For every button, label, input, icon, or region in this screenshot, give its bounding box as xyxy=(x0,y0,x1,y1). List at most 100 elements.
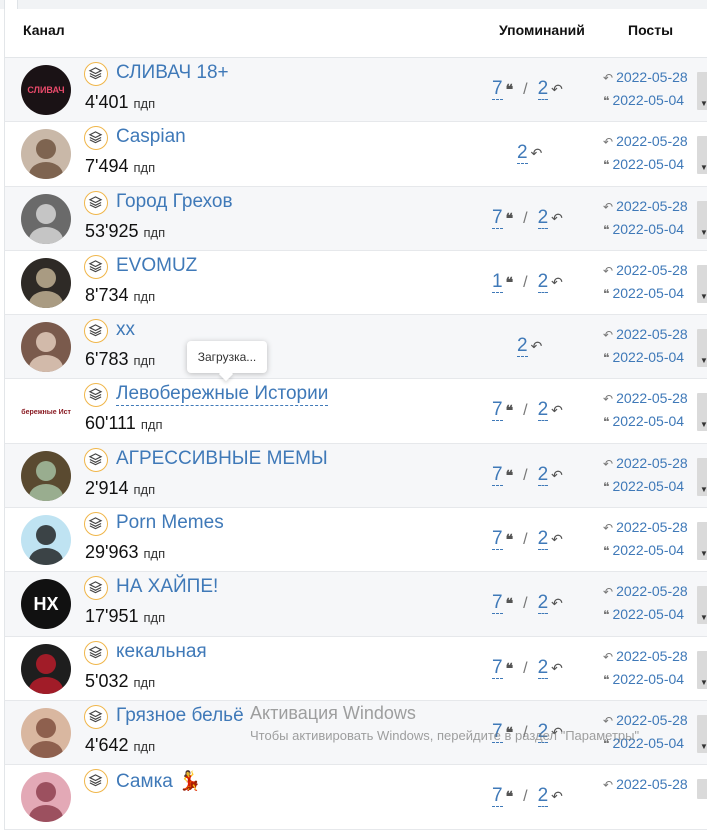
post-date-link[interactable]: 2022-05-28 xyxy=(616,198,688,214)
layers-icon[interactable] xyxy=(84,512,108,537)
post-date-link[interactable]: 2022-05-04 xyxy=(612,413,684,429)
reposts-count-link[interactable]: 2 xyxy=(537,785,549,808)
channel-name-link[interactable]: НА ХАЙПЕ! xyxy=(116,576,218,598)
channel-name-link[interactable]: Грязное бельё xyxy=(116,705,244,727)
layers-icon[interactable] xyxy=(84,769,108,794)
mentions-count-link[interactable]: 7 xyxy=(492,720,503,743)
channel-name-link[interactable]: Porn Memes xyxy=(116,512,224,534)
channel-name-link[interactable]: EVOMUZ xyxy=(116,255,197,277)
channel-name-link[interactable]: АГРЕССИВНЫЕ МЕМЫ xyxy=(116,448,328,470)
mentions-count-link[interactable]: 1 xyxy=(492,270,503,293)
mentions-count-link[interactable]: 7 xyxy=(492,206,503,229)
post-date-link[interactable]: 2022-05-28 xyxy=(616,712,688,728)
post-date-link[interactable]: 2022-05-28 xyxy=(616,69,688,85)
channel-name-link[interactable]: Caspian xyxy=(116,126,186,148)
post-date-link[interactable]: 2022-05-28 xyxy=(616,262,688,278)
channel-avatar[interactable]: HX xyxy=(21,579,71,630)
mentions-count-link[interactable]: 7 xyxy=(492,528,503,551)
mini-scrollbar[interactable]: ▼ xyxy=(697,586,707,625)
reposts-count-link[interactable]: 2 xyxy=(537,206,549,229)
mini-scrollbar[interactable]: ▼ xyxy=(697,264,707,303)
mini-scrollbar[interactable] xyxy=(697,779,707,800)
reposts-count-link[interactable]: 2 xyxy=(517,335,528,358)
chevron-down-icon[interactable]: ▼ xyxy=(700,420,707,429)
reposts-count-link[interactable]: 2 xyxy=(537,656,549,679)
post-date-link[interactable]: 2022-05-28 xyxy=(616,583,688,599)
layers-icon[interactable] xyxy=(84,254,108,279)
post-date-link[interactable]: 2022-05-28 xyxy=(616,455,688,471)
channel-avatar[interactable] xyxy=(21,257,71,308)
channel-name-link[interactable]: Город Грехов xyxy=(116,191,233,213)
post-date-link[interactable]: 2022-05-04 xyxy=(612,156,684,172)
chevron-down-icon[interactable]: ▼ xyxy=(700,485,707,494)
reposts-count-link[interactable]: 2 xyxy=(537,720,549,743)
chevron-down-icon[interactable]: ▼ xyxy=(700,99,707,108)
mentions-count-link[interactable]: 7 xyxy=(492,78,503,100)
mini-scrollbar[interactable]: ▼ xyxy=(697,393,707,432)
channel-name-link[interactable]: Самка 💃 xyxy=(116,769,202,793)
mini-scrollbar[interactable]: ▼ xyxy=(697,714,707,753)
chevron-down-icon[interactable]: ▼ xyxy=(700,549,707,558)
mini-scrollbar[interactable]: ▼ xyxy=(697,650,707,689)
reposts-count-link[interactable]: 2 xyxy=(517,142,528,165)
reposts-count-link[interactable]: 2 xyxy=(537,528,549,551)
post-date-link[interactable]: 2022-05-04 xyxy=(612,542,684,558)
reposts-count-link[interactable]: 2 xyxy=(537,399,549,422)
reposts-count-link[interactable]: 2 xyxy=(537,270,549,293)
post-date-link[interactable]: 2022-05-04 xyxy=(612,478,684,494)
channel-name-link[interactable]: кекальная xyxy=(116,641,207,663)
chevron-down-icon[interactable]: ▼ xyxy=(700,742,707,751)
channel-avatar[interactable] xyxy=(21,193,71,244)
channel-avatar[interactable] xyxy=(21,322,71,373)
post-date-link[interactable]: 2022-05-04 xyxy=(612,349,684,365)
post-date-link[interactable]: 2022-05-04 xyxy=(612,735,684,751)
channel-name-link[interactable]: Левобережные Истории xyxy=(116,383,329,407)
chevron-down-icon[interactable]: ▼ xyxy=(700,228,707,237)
channel-name-link[interactable]: хх xyxy=(116,319,135,341)
channel-avatar[interactable] xyxy=(21,515,71,566)
chevron-down-icon[interactable]: ▼ xyxy=(700,613,707,622)
layers-icon[interactable] xyxy=(84,640,108,665)
post-date-link[interactable]: 2022-05-28 xyxy=(616,390,688,406)
chevron-down-icon[interactable]: ▼ xyxy=(700,356,707,365)
post-date-link[interactable]: 2022-05-28 xyxy=(616,519,688,535)
mini-scrollbar[interactable]: ▼ xyxy=(697,136,707,175)
reposts-count-link[interactable]: 2 xyxy=(537,78,549,100)
chevron-down-icon[interactable]: ▼ xyxy=(700,678,707,687)
layers-icon[interactable] xyxy=(84,576,108,601)
channel-avatar[interactable] xyxy=(21,643,71,694)
post-date-link[interactable]: 2022-05-28 xyxy=(616,326,688,342)
mini-scrollbar[interactable]: ▼ xyxy=(697,200,707,239)
chevron-down-icon[interactable]: ▼ xyxy=(700,292,707,301)
layers-icon[interactable] xyxy=(84,704,108,729)
layers-icon[interactable] xyxy=(84,319,108,344)
post-date-link[interactable]: 2022-05-04 xyxy=(612,285,684,301)
channel-avatar[interactable] xyxy=(21,707,71,758)
channel-avatar[interactable] xyxy=(21,129,71,180)
mini-scrollbar[interactable]: ▼ xyxy=(697,329,707,368)
mentions-count-link[interactable]: 7 xyxy=(492,399,503,422)
post-date-link[interactable]: 2022-05-28 xyxy=(616,776,688,792)
mentions-count-link[interactable]: 7 xyxy=(492,592,503,615)
post-date-link[interactable]: 2022-05-04 xyxy=(612,606,684,622)
post-date-link[interactable]: 2022-05-04 xyxy=(612,671,684,687)
layers-icon[interactable] xyxy=(84,62,108,86)
header-channel[interactable]: Канал xyxy=(23,22,65,38)
mini-scrollbar[interactable]: ▼ xyxy=(697,457,707,496)
mentions-count-link[interactable]: 7 xyxy=(492,463,503,486)
channel-avatar[interactable] xyxy=(21,450,71,501)
channel-avatar[interactable]: Левобережные Истории xyxy=(21,386,71,437)
post-date-link[interactable]: 2022-05-04 xyxy=(612,221,684,237)
channel-avatar[interactable] xyxy=(21,772,71,823)
layers-icon[interactable] xyxy=(84,190,108,215)
chevron-down-icon[interactable]: ▼ xyxy=(700,163,707,172)
post-date-link[interactable]: 2022-05-28 xyxy=(616,648,688,664)
post-date-link[interactable]: 2022-05-28 xyxy=(616,133,688,149)
layers-icon[interactable] xyxy=(84,383,108,408)
channel-avatar[interactable]: СЛИВАЧ xyxy=(21,65,71,115)
reposts-count-link[interactable]: 2 xyxy=(537,592,549,615)
post-date-link[interactable]: 2022-05-04 xyxy=(612,92,684,108)
mentions-count-link[interactable]: 7 xyxy=(492,785,503,808)
mini-scrollbar[interactable]: ▼ xyxy=(697,72,707,110)
header-mentions[interactable]: Упоминаний xyxy=(499,22,585,38)
